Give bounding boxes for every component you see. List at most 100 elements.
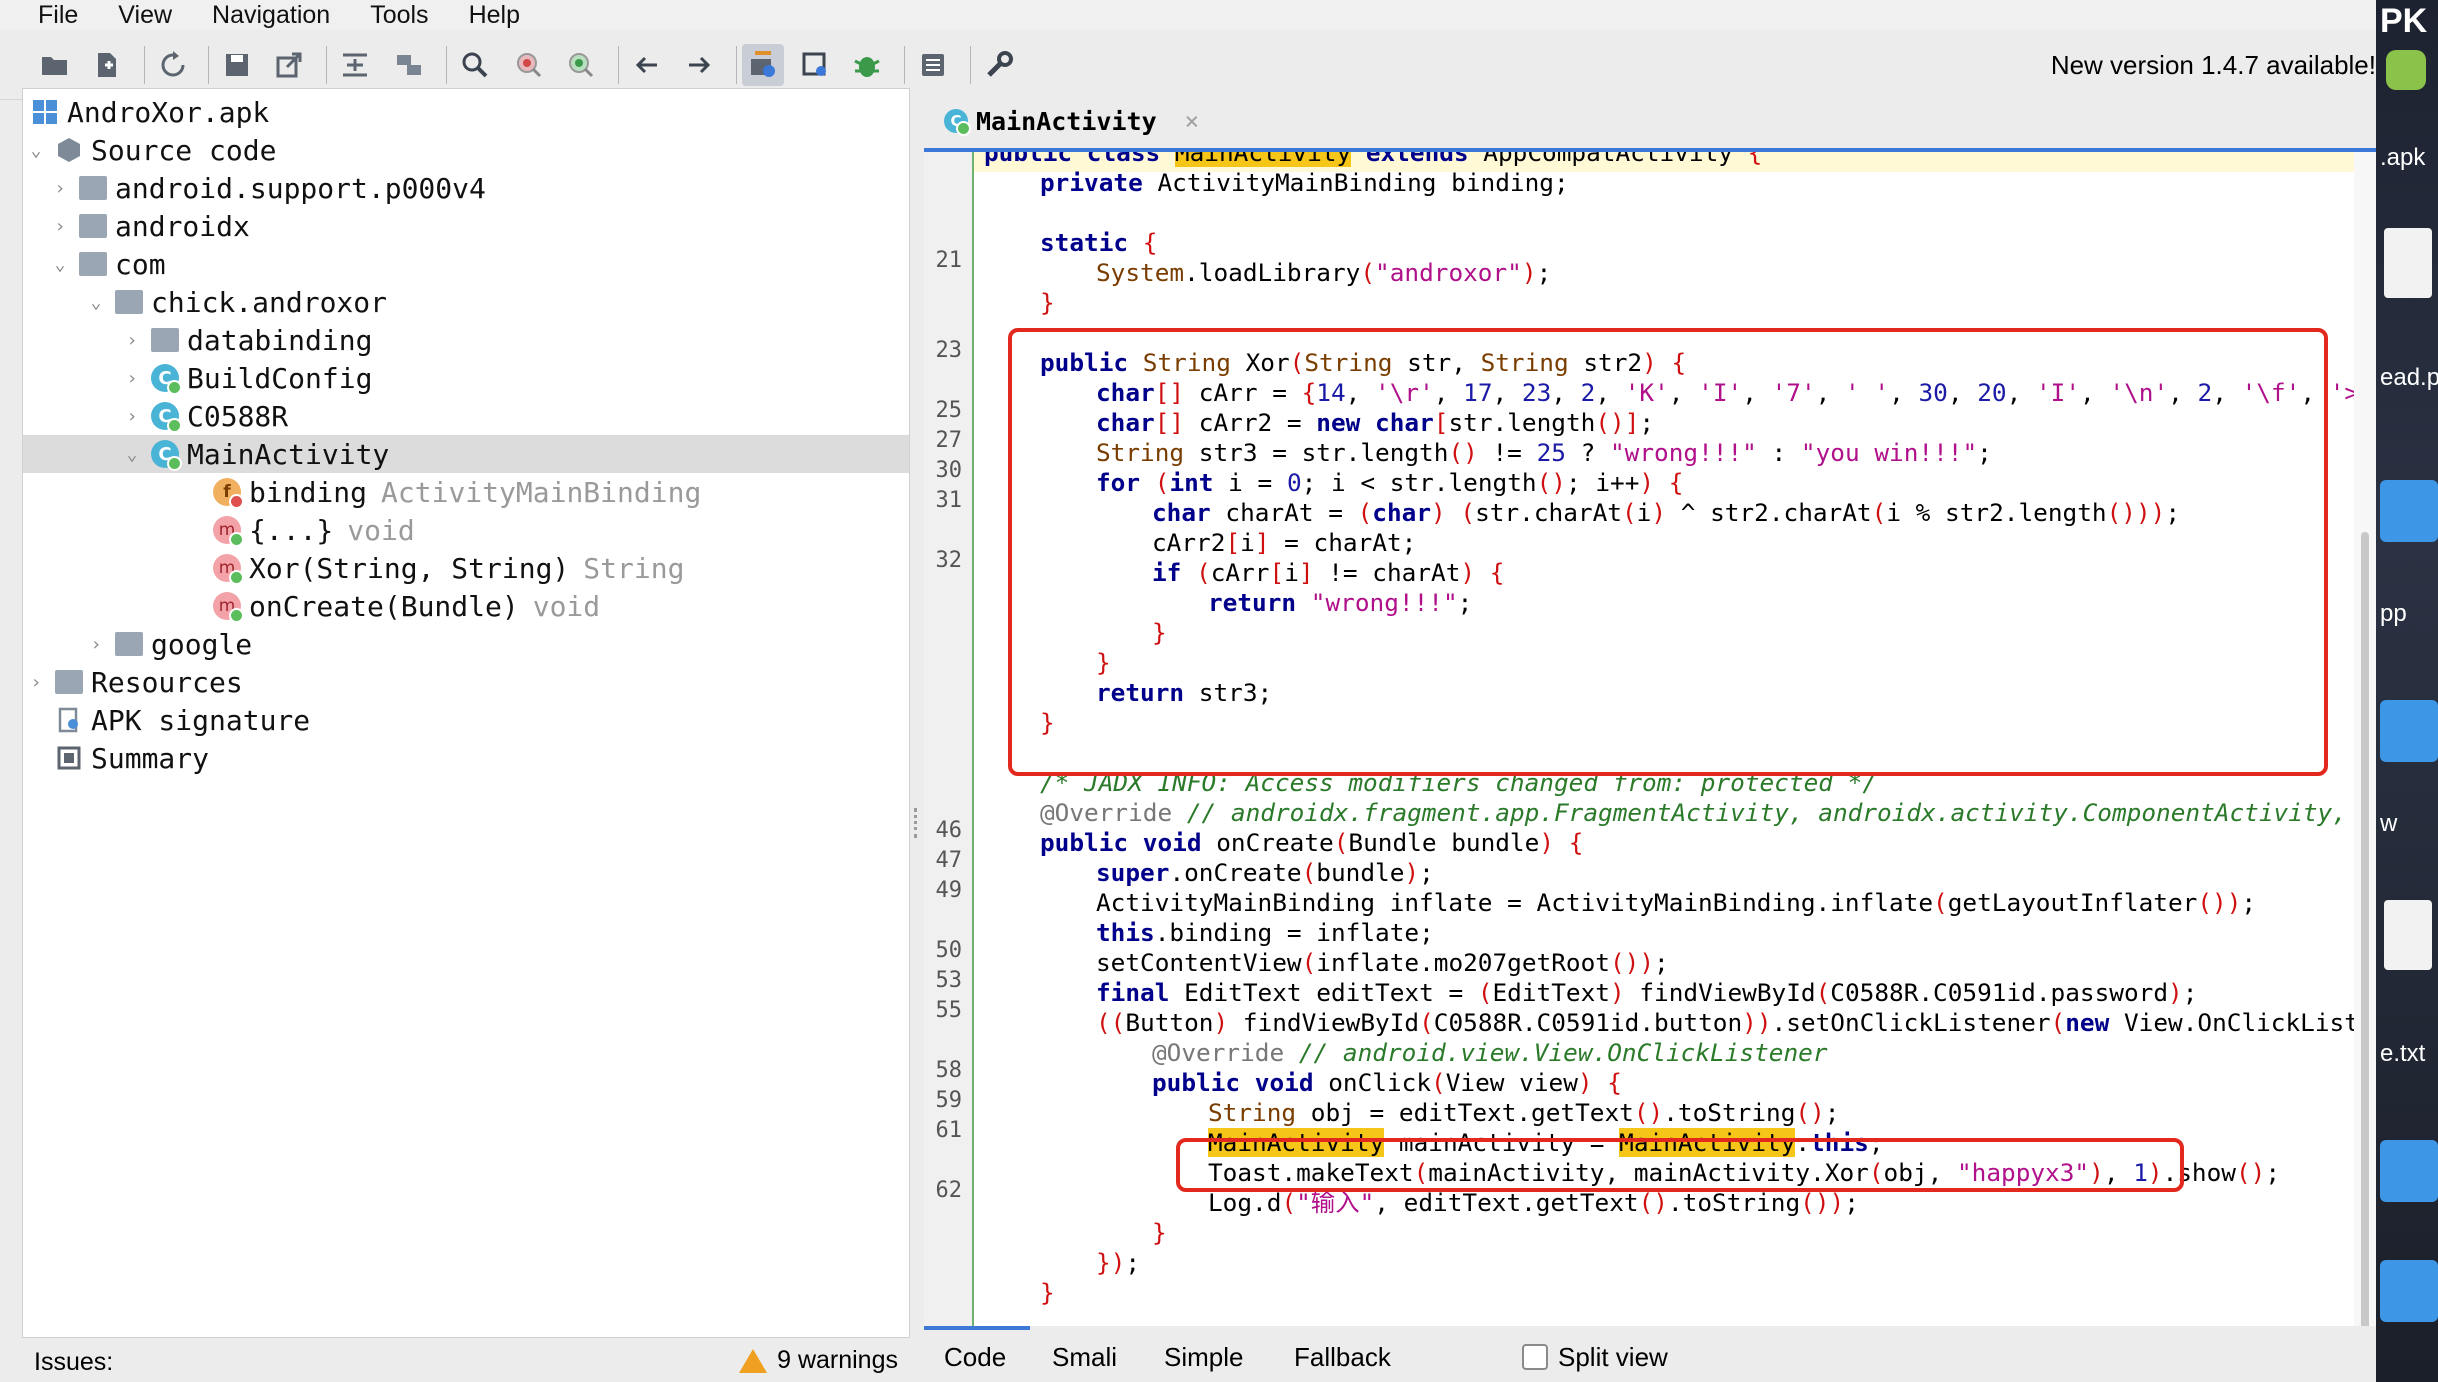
pane-splitter[interactable]: [910, 88, 924, 1382]
tree-summary[interactable]: Summary: [55, 739, 209, 777]
new-version-notice[interactable]: New version 1.4.7 available!: [2051, 50, 2376, 81]
chevron-right-icon[interactable]: ›: [119, 365, 145, 391]
chevron-down-icon[interactable]: ⌄: [47, 251, 73, 277]
tab-mainactivity[interactable]: C MainActivity ×: [944, 102, 1199, 140]
chevron-down-icon[interactable]: ⌄: [83, 289, 109, 315]
close-icon[interactable]: ×: [1185, 107, 1199, 135]
package-icon: [115, 632, 143, 656]
menu-tools[interactable]: Tools: [350, 1, 448, 30]
tree-class[interactable]: › C BuildConfig: [119, 359, 372, 397]
android-icon[interactable]: [2386, 50, 2426, 90]
tree-method[interactable]: m {...} void: [213, 511, 415, 549]
code-line: }: [1152, 1218, 1167, 1247]
search-icon[interactable]: [454, 44, 496, 86]
menu-file[interactable]: File: [0, 1, 98, 30]
folder-icon[interactable]: [2380, 1260, 2438, 1322]
open-file-icon[interactable]: [34, 44, 76, 86]
tree-package[interactable]: ⌄ com: [47, 245, 166, 283]
sync-icon[interactable]: [152, 44, 194, 86]
line-number: 32: [935, 548, 963, 573]
decompile-settings-icon[interactable]: [742, 44, 784, 86]
chevron-down-icon[interactable]: ⌄: [23, 137, 49, 163]
tree-method[interactable]: m onCreate(Bundle) void: [213, 587, 600, 625]
tree-method[interactable]: m Xor(String, String) String: [213, 549, 684, 587]
tree-package[interactable]: › google: [83, 625, 253, 663]
tree-view-icon[interactable]: [388, 44, 430, 86]
folder-icon[interactable]: [2380, 480, 2438, 542]
tab-fallback[interactable]: Fallback: [1294, 1342, 1391, 1373]
tree-package[interactable]: › androidx: [47, 207, 250, 245]
document-icon[interactable]: [2384, 228, 2432, 298]
forward-icon[interactable]: [678, 44, 720, 86]
tree-package[interactable]: › android.support.p000v4: [47, 169, 486, 207]
method-icon: m: [213, 592, 244, 623]
chevron-right-icon[interactable]: ›: [23, 669, 49, 695]
chevron-down-icon[interactable]: ⌄: [119, 441, 145, 467]
desktop-label-txt[interactable]: e.txt: [2380, 1040, 2425, 1068]
find-usage-icon[interactable]: [560, 44, 602, 86]
desktop-label-w[interactable]: w: [2380, 810, 2397, 838]
find-class-icon[interactable]: [508, 44, 550, 86]
deobfuscation-icon[interactable]: [794, 44, 836, 86]
tree-package[interactable]: ⌄ chick.androxor: [83, 283, 387, 321]
warnings-indicator[interactable]: 9 warnings: [739, 1346, 898, 1375]
tree-class-selected[interactable]: ⌄ C MainActivity: [23, 435, 909, 473]
menu-navigation[interactable]: Navigation: [192, 1, 350, 30]
tree-class[interactable]: › C C0588R: [119, 397, 288, 435]
line-number: 53: [935, 968, 963, 993]
summary-icon: [55, 744, 83, 772]
line-number: 30: [935, 458, 963, 483]
code-line: ActivityMainBinding inflate = ActivityMa…: [1096, 888, 2257, 917]
desktop-label-app[interactable]: pp: [2380, 600, 2407, 628]
chevron-right-icon[interactable]: ›: [83, 631, 109, 657]
tree-root-apk[interactable]: AndroXor.apk: [31, 93, 269, 131]
tree-apk-signature[interactable]: APK signature: [55, 701, 310, 739]
source-code-icon: [55, 136, 83, 164]
desktop-label-read[interactable]: ead.p: [2380, 364, 2438, 392]
menu-view[interactable]: View: [98, 1, 192, 30]
folder-icon[interactable]: [2380, 1140, 2438, 1202]
chevron-right-icon[interactable]: ›: [47, 175, 73, 201]
text-file-icon[interactable]: [2384, 900, 2432, 970]
tree-label: BuildConfig: [187, 361, 373, 395]
line-number: 49: [935, 878, 963, 903]
tree-label: android.support.p000v4: [115, 171, 486, 205]
tree-label: Resources: [91, 665, 243, 699]
split-view-checkbox[interactable]: [1522, 1344, 1548, 1370]
signature-icon: [55, 706, 83, 734]
code-view[interactable]: 21 23 25 27 30 31 32 46 47 49 50 53 55 5…: [924, 152, 2354, 1382]
back-icon[interactable]: [626, 44, 668, 86]
vertical-scrollbar[interactable]: [2354, 152, 2376, 1372]
chevron-right-icon[interactable]: ›: [119, 403, 145, 429]
desktop-label-apk[interactable]: .apk: [2380, 144, 2425, 172]
chevron-right-icon[interactable]: ›: [47, 213, 73, 239]
tree-package[interactable]: › databinding: [119, 321, 373, 359]
desktop-label-pk: PK: [2380, 2, 2428, 40]
preferences-wrench-icon[interactable]: [978, 44, 1020, 86]
code-line: @Override // android.view.View.OnClickLi…: [1152, 1038, 1828, 1067]
tab-simple[interactable]: Simple: [1164, 1342, 1243, 1373]
warnings-count: 9 warnings: [777, 1346, 898, 1374]
tree-label: onCreate(Bundle): [249, 589, 519, 623]
code-line: super.onCreate(bundle);: [1096, 858, 1434, 887]
tree-resources[interactable]: › Resources: [23, 663, 243, 701]
tree-field[interactable]: f binding ActivityMainBinding: [213, 473, 701, 511]
toast-call-highlight-box: [1176, 1138, 2184, 1192]
add-files-icon[interactable]: [86, 44, 128, 86]
tab-code[interactable]: Code: [944, 1342, 1006, 1373]
unfold-icon[interactable]: [334, 44, 376, 86]
menu-help[interactable]: Help: [449, 1, 540, 30]
tab-smali[interactable]: Smali: [1052, 1342, 1117, 1373]
log-icon[interactable]: [912, 44, 954, 86]
chevron-right-icon[interactable]: ›: [119, 327, 145, 353]
tree-label: binding: [249, 475, 368, 509]
menu-bar: File View Navigation Tools Help: [0, 0, 2376, 30]
code-line: System.loadLibrary("androxor");: [1096, 258, 1552, 287]
tree-source-code[interactable]: ⌄ Source code: [23, 131, 277, 169]
editor-tab-bar: C MainActivity ×: [924, 88, 2376, 152]
folder-icon[interactable]: [2380, 700, 2438, 762]
save-icon[interactable]: [216, 44, 258, 86]
project-tree: AndroXor.apk ⌄ Source code › android.sup…: [22, 88, 910, 1338]
debug-icon[interactable]: [846, 44, 888, 86]
export-icon[interactable]: [268, 44, 310, 86]
